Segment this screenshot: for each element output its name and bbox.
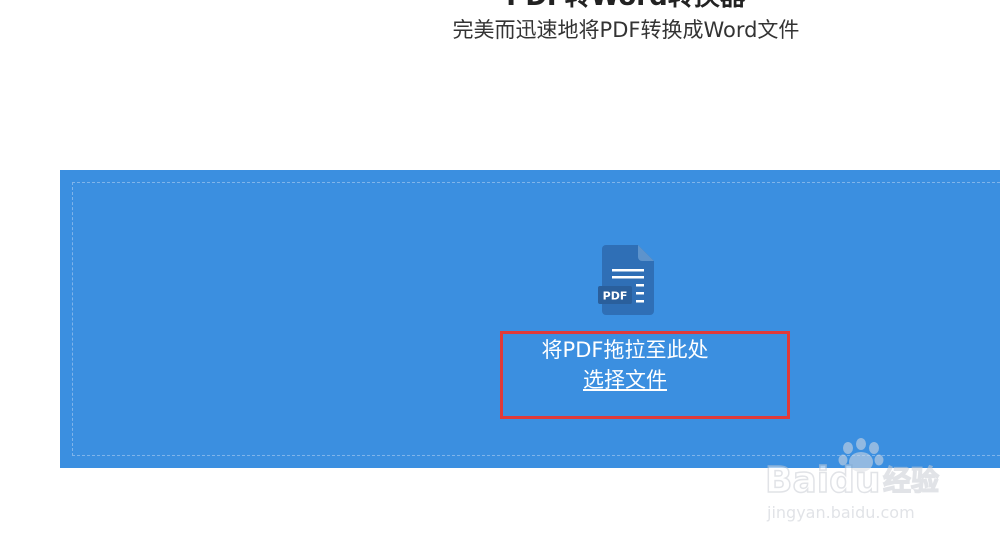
baidu-jingyan-watermark: Baidu 经验 jingyan.baidu.com <box>765 438 940 522</box>
annotation-highlight-box <box>500 331 790 419</box>
page-title: PDF转Word转换器 <box>0 0 1000 12</box>
pdf-dropzone[interactable] <box>60 170 1000 468</box>
pdf-icon-label: PDF <box>603 290 628 303</box>
watermark-url: jingyan.baidu.com <box>766 503 915 522</box>
pdf-file-icon: PDF <box>598 245 654 315</box>
watermark-brand: Baidu <box>765 460 880 501</box>
page-subtitle: 完美而迅速地将PDF转换成Word文件 <box>452 18 800 42</box>
page: PDF转Word转换器 完美而迅速地将PDF转换成Word文件 PDF 将PDF… <box>0 0 1000 545</box>
watermark-brand-cn: 经验 <box>883 464 939 497</box>
